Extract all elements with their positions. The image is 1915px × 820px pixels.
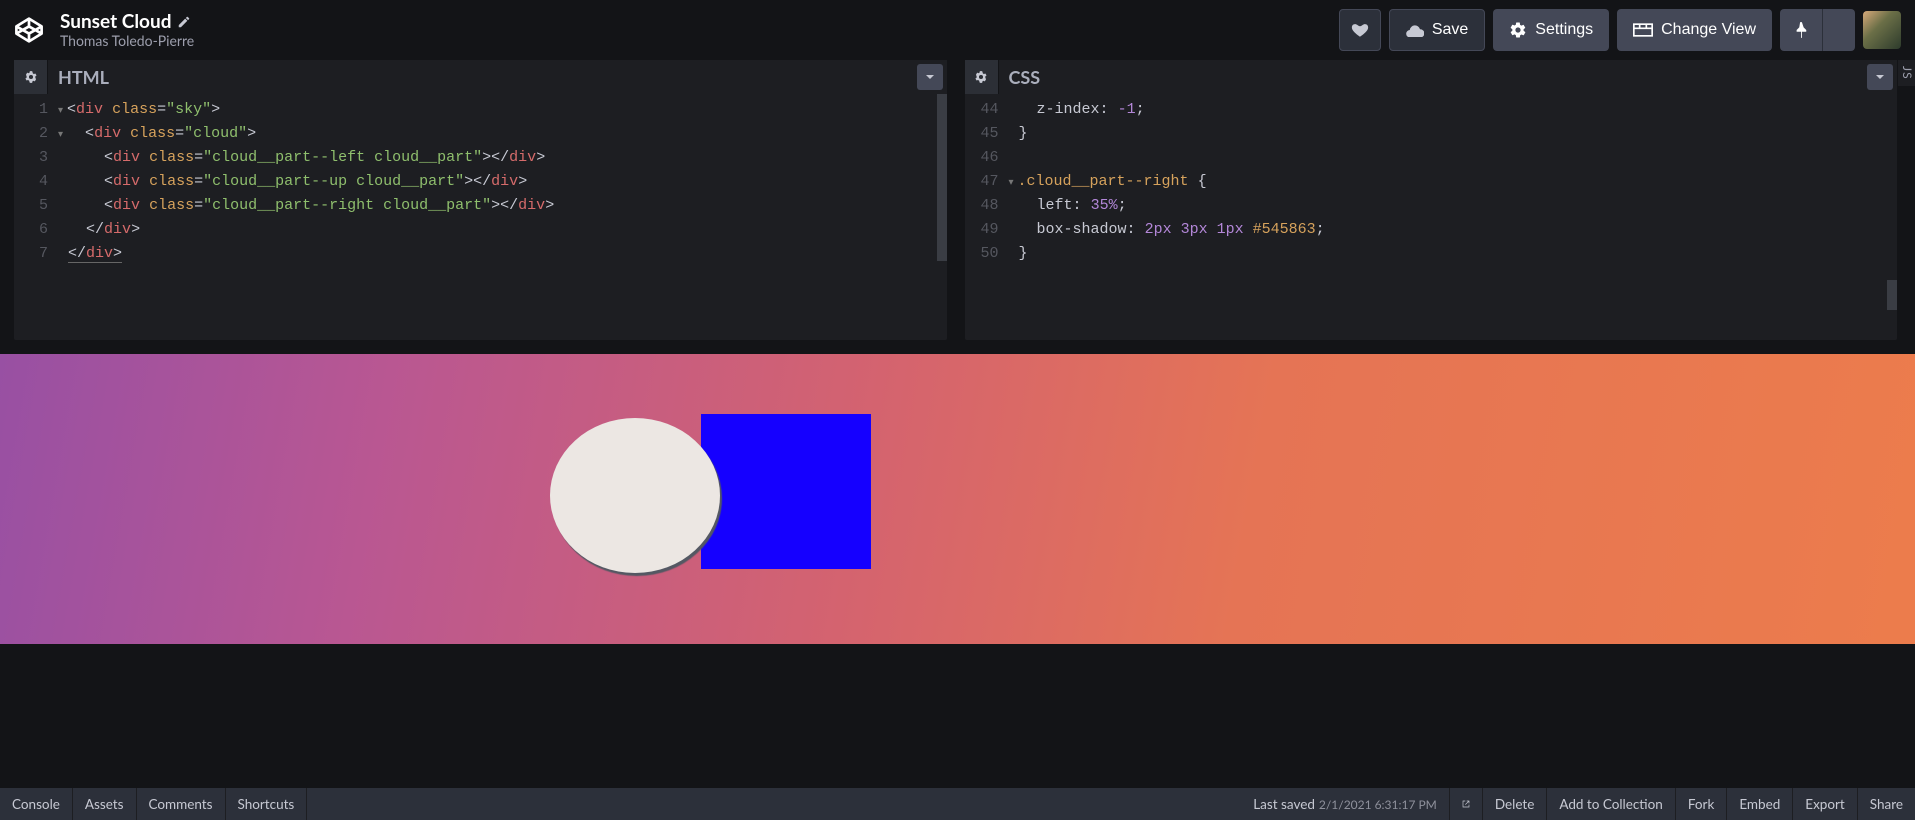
css-panel-title: CSS <box>999 66 1041 88</box>
app-header: Sunset Cloud Thomas Toledo-Pierre Save S… <box>0 0 1915 60</box>
change-view-button[interactable]: Change View <box>1617 9 1772 51</box>
pen-author[interactable]: Thomas Toledo-Pierre <box>60 33 194 49</box>
codepen-logo[interactable] <box>12 13 46 47</box>
gear-icon <box>1509 21 1527 39</box>
footer-comments-button[interactable]: Comments <box>137 788 226 820</box>
pen-title-row: Sunset Cloud <box>60 11 194 33</box>
change-view-label: Change View <box>1661 21 1756 39</box>
html-panel-title: HTML <box>48 66 109 88</box>
layout-icon <box>1633 23 1653 37</box>
footer-export-button[interactable]: Export <box>1793 788 1858 820</box>
footer-embed-button[interactable]: Embed <box>1727 788 1793 820</box>
last-saved-ts: 2/1/2021 6:31:17 PM <box>1315 797 1437 812</box>
settings-button[interactable]: Settings <box>1493 9 1609 51</box>
avatar[interactable] <box>1863 11 1901 49</box>
footer-share-button[interactable]: Share <box>1858 788 1915 820</box>
css-panel: CSS 44454647484950 z-index: -1; } ▾.clou… <box>965 60 1898 340</box>
pin-button[interactable] <box>1780 9 1822 51</box>
html-settings-icon[interactable] <box>14 60 48 94</box>
footer-fork-button[interactable]: Fork <box>1676 788 1727 820</box>
popout-button[interactable] <box>1449 788 1483 820</box>
editor-row: HTML 1234567 ▾<div class="sky">▾ <div cl… <box>0 60 1915 340</box>
cloud-icon <box>1406 23 1424 37</box>
html-editor[interactable]: 1234567 ▾<div class="sky">▾ <div class="… <box>14 94 947 340</box>
edit-title-icon[interactable] <box>177 15 191 29</box>
footer-add-to-collection-button[interactable]: Add to Collection <box>1547 788 1675 820</box>
pin-dropdown[interactable] <box>1822 9 1855 51</box>
preview-pane <box>0 340 1915 790</box>
last-saved: Last saved 2/1/2021 6:31:17 PM <box>1241 788 1449 820</box>
pen-title[interactable]: Sunset Cloud <box>60 11 171 33</box>
css-settings-icon[interactable] <box>965 60 999 94</box>
preview-sky <box>0 354 1915 644</box>
footer-shortcuts-button[interactable]: Shortcuts <box>226 788 308 820</box>
css-scrollbar[interactable] <box>1887 280 1897 310</box>
footer-delete-button[interactable]: Delete <box>1483 788 1548 820</box>
preview-cloud-box <box>701 414 871 569</box>
css-collapse-button[interactable] <box>1867 64 1893 90</box>
header-actions: Save Settings Change View <box>1339 9 1901 51</box>
footer-bar: ConsoleAssetsCommentsShortcuts Last save… <box>0 788 1915 820</box>
preview-cloud-circle <box>550 418 720 573</box>
html-panel-head: HTML <box>14 60 947 94</box>
save-label: Save <box>1432 21 1468 39</box>
html-scrollbar[interactable] <box>937 94 947 261</box>
title-block: Sunset Cloud Thomas Toledo-Pierre <box>60 11 194 49</box>
footer-console-button[interactable]: Console <box>0 788 73 820</box>
like-button[interactable] <box>1339 9 1381 51</box>
css-panel-head: CSS <box>965 60 1898 94</box>
css-editor[interactable]: 44454647484950 z-index: -1; } ▾.cloud__p… <box>965 94 1898 340</box>
html-panel: HTML 1234567 ▾<div class="sky">▾ <div cl… <box>14 60 947 340</box>
settings-label: Settings <box>1535 21 1593 39</box>
last-saved-label: Last saved <box>1253 796 1315 812</box>
footer-assets-button[interactable]: Assets <box>73 788 137 820</box>
pin-group <box>1780 9 1855 51</box>
html-collapse-button[interactable] <box>917 64 943 90</box>
save-button[interactable]: Save <box>1389 9 1485 51</box>
js-collapsed-tab[interactable]: JS <box>1898 60 1915 86</box>
